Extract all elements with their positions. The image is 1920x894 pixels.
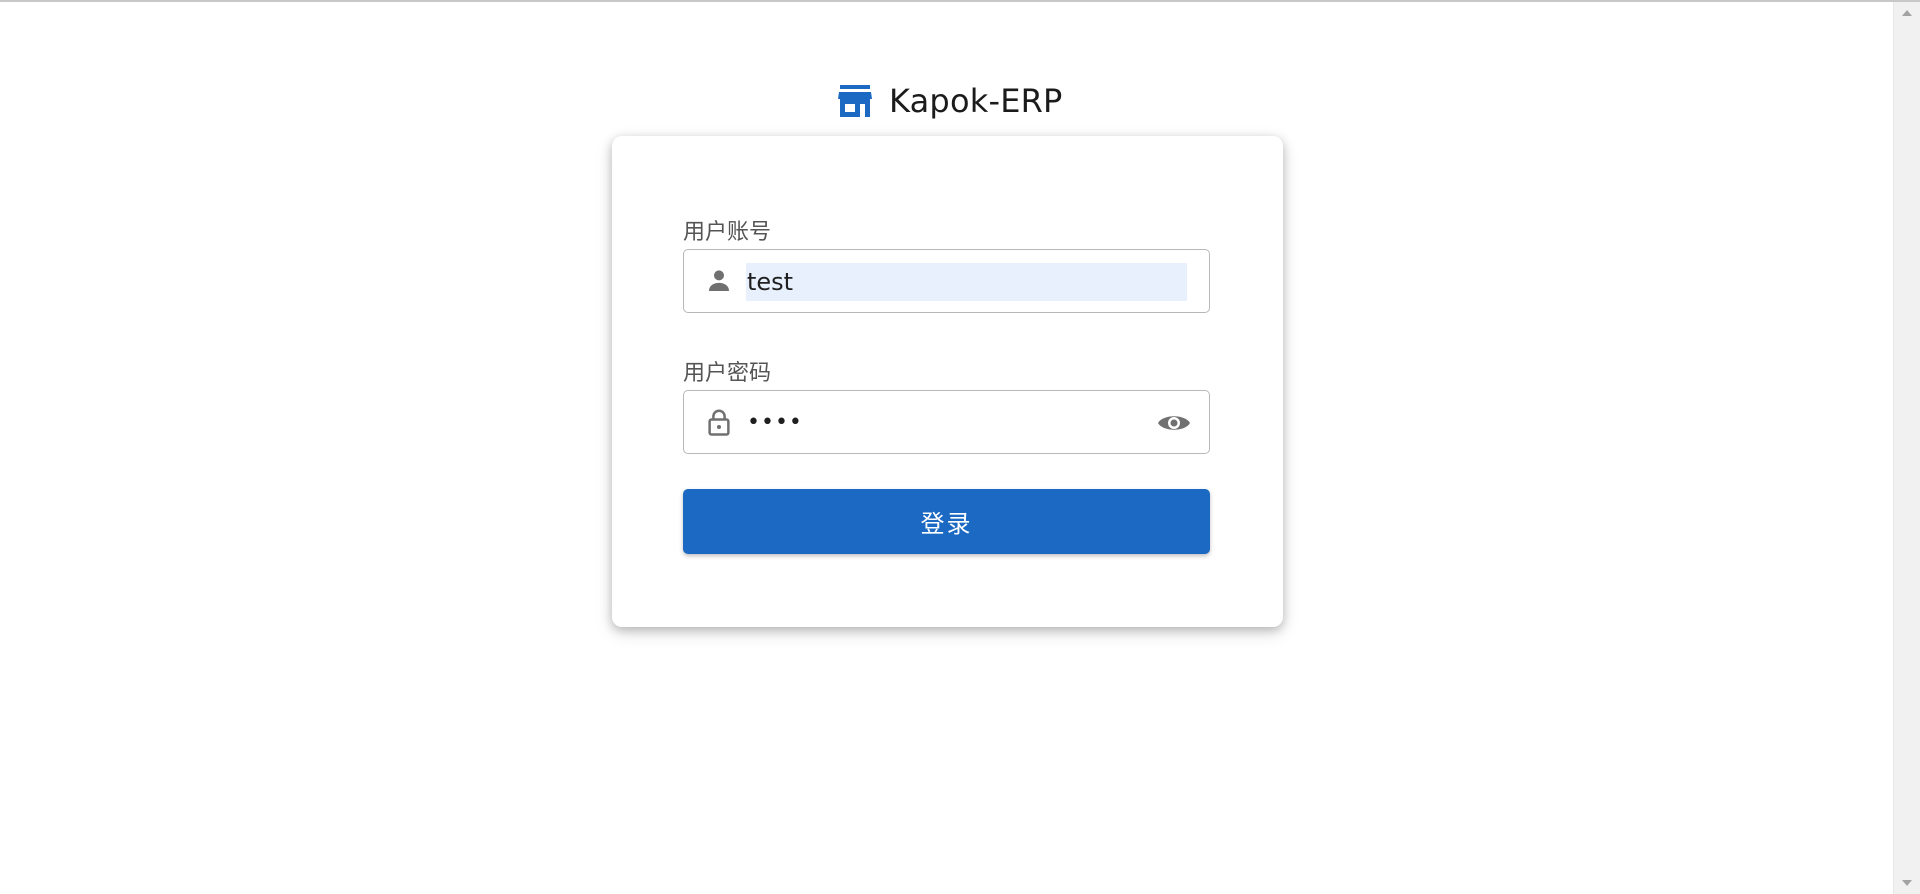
username-label: 用户账号 bbox=[683, 220, 772, 245]
store-icon bbox=[838, 85, 872, 117]
eye-icon bbox=[1158, 416, 1190, 430]
scroll-down-arrow-icon[interactable] bbox=[1902, 880, 1912, 886]
login-button[interactable]: 登录 bbox=[683, 489, 1210, 554]
lock-icon bbox=[708, 409, 730, 436]
scroll-up-arrow-icon[interactable] bbox=[1902, 10, 1912, 16]
password-value[interactable]: •••• bbox=[747, 404, 803, 442]
username-field[interactable]: test bbox=[683, 249, 1210, 313]
password-label: 用户密码 bbox=[683, 361, 772, 386]
login-card: 用户账号 test 用户密码 •••• 登录 bbox=[612, 136, 1283, 627]
username-value[interactable]: test bbox=[747, 263, 793, 301]
toggle-password-visibility-button[interactable] bbox=[1157, 406, 1191, 440]
vertical-scrollbar[interactable] bbox=[1893, 2, 1920, 894]
person-icon bbox=[709, 270, 729, 291]
autofill-highlight bbox=[746, 263, 1187, 301]
password-field[interactable]: •••• bbox=[683, 390, 1210, 454]
app-title: Kapok-ERP bbox=[889, 82, 1063, 120]
brand-header: Kapok-ERP bbox=[838, 82, 1063, 120]
login-page: Kapok-ERP 用户账号 test 用户密码 •••• 登录 bbox=[0, 0, 1920, 894]
